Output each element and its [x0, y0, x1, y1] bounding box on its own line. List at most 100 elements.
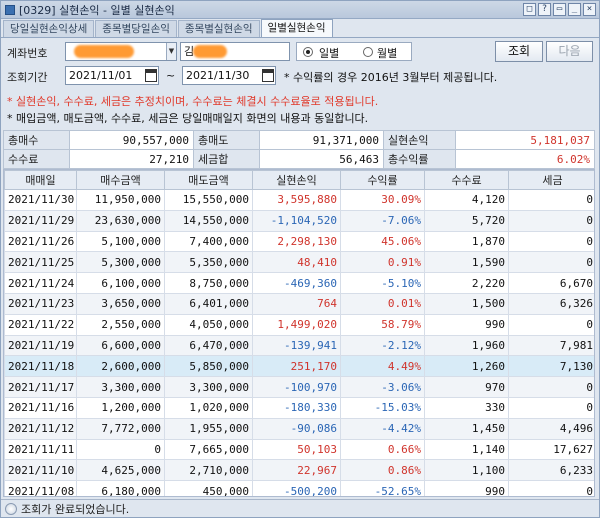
cell-pnl: -100,970 — [252, 376, 341, 398]
daily-pnl-grid[interactable]: 매매일 매수금액 매도금액 실현손익 수익률 수수료 세금 2021/11/30… — [3, 169, 595, 497]
cell-rate: 0.66% — [340, 438, 425, 461]
table-row[interactable]: 2021/11/23 3,650,000 6,401,000 764 0.01% 1,50… — [4, 292, 594, 315]
cell-buy: 11,950,000 — [76, 189, 165, 211]
table-row[interactable]: 2021/11/25 5,300,000 5,350,000 48,410 0.91% 1… — [4, 251, 594, 274]
calendar-icon[interactable] — [262, 69, 274, 82]
cell-rate: 0.91% — [340, 251, 425, 274]
col-header-fee[interactable]: 수수료 — [424, 170, 509, 190]
cell-pnl: 2,298,130 — [252, 230, 341, 253]
cell-tax: 4,496 — [508, 417, 594, 440]
cell-fee: 1,260 — [424, 355, 509, 378]
cell-fee: 2,220 — [424, 272, 509, 294]
table-row[interactable]: 2021/11/19 6,600,000 6,470,000 -139,941 -2.1… — [4, 334, 594, 357]
cell-sell: 5,350,000 — [164, 251, 253, 274]
cell-sell: 7,665,000 — [164, 438, 253, 461]
cell-tax: 0 — [508, 396, 594, 419]
cell-fee: 1,450 — [424, 417, 509, 440]
radio-monthly[interactable] — [363, 47, 373, 57]
account-label: 계좌번호 — [7, 47, 48, 60]
cell-tax: 0 — [508, 480, 594, 496]
return-value: 6.02% — [455, 149, 595, 169]
cell-buy: 5,300,000 — [76, 251, 165, 274]
col-header-buy[interactable]: 매수금액 — [76, 170, 165, 190]
chevron-down-icon[interactable]: ▼ — [166, 43, 176, 60]
radio-daily[interactable] — [303, 47, 313, 57]
table-row[interactable]: 2021/11/17 3,300,000 3,300,000 -100,970 -3.0… — [4, 376, 594, 398]
total-sell-value: 91,371,000 — [259, 130, 384, 150]
cell-tax: 0 — [508, 230, 594, 253]
table-row[interactable]: 2021/11/18 2,600,000 5,850,000 251,170 4.49%… — [4, 355, 594, 378]
tab-stock-daily[interactable]: 종목별당일손익 — [95, 20, 177, 37]
next-button[interactable]: 다음 — [546, 41, 593, 62]
table-row[interactable]: 2021/11/30 11,950,000 15,550,000 3,595,880 3… — [4, 189, 594, 211]
cell-date: 2021/11/19 — [4, 334, 77, 357]
date-separator: ~ — [166, 69, 176, 82]
table-row[interactable]: 2021/11/16 1,200,000 1,020,000 -180,330 -15.… — [4, 396, 594, 419]
date-from-input[interactable]: 2021/11/01 — [65, 66, 159, 85]
cell-pnl: -469,360 — [252, 272, 341, 294]
cell-date: 2021/11/23 — [4, 292, 77, 315]
cell-tax: 7,981 — [508, 334, 594, 357]
cell-date: 2021/11/25 — [4, 251, 77, 274]
title-bar: [0329] 실현손익 - 일별 실현손익 □ ? ▭ _ × — [1, 1, 599, 19]
total-buy-value: 90,557,000 — [69, 130, 194, 150]
pin-icon[interactable]: □ — [523, 3, 536, 16]
cell-buy: 2,600,000 — [76, 355, 165, 378]
cell-tax: 6,670 — [508, 272, 594, 294]
table-row[interactable]: 2021/11/12 7,772,000 1,955,000 -90,086 -4.42… — [4, 417, 594, 440]
minimize-icon[interactable]: _ — [568, 3, 581, 16]
cell-pnl: 22,967 — [252, 459, 341, 482]
cell-buy: 1,200,000 — [76, 396, 165, 419]
date-to-value: 2021/11/30 — [186, 69, 250, 82]
realized-label: 실현손익 — [383, 130, 456, 150]
cell-buy: 3,300,000 — [76, 376, 165, 398]
cell-pnl: 1,499,020 — [252, 313, 341, 336]
col-header-date[interactable]: 매매일 — [4, 170, 77, 190]
close-icon[interactable]: × — [583, 3, 596, 16]
account-name-field: 김 — [180, 42, 290, 61]
table-row[interactable]: 2021/11/08 6,180,000 450,000 -500,200 -52.65… — [4, 480, 594, 496]
table-row[interactable]: 2021/11/11 0 7,665,000 50,103 0.66% 1,140 17,6… — [4, 438, 594, 461]
cell-fee: 990 — [424, 313, 509, 336]
amount-info-note: * 매입금액, 매도금액, 수수료, 세금은 당일매매일지 화면의 내용과 동일… — [7, 112, 369, 125]
tab-daily-detail[interactable]: 당일실현손익상세 — [3, 20, 95, 37]
cell-sell: 5,850,000 — [164, 355, 253, 378]
col-header-tax[interactable]: 세금 — [508, 170, 594, 190]
table-row[interactable]: 2021/11/22 2,550,000 4,050,000 1,499,020 58.… — [4, 313, 594, 336]
cell-sell: 6,401,000 — [164, 292, 253, 315]
table-row[interactable]: 2021/11/24 6,100,000 8,750,000 -469,360 -5.1… — [4, 272, 594, 294]
period-label: 조회기간 — [7, 71, 48, 84]
query-button[interactable]: 조회 — [495, 41, 543, 62]
table-row[interactable]: 2021/11/29 23,630,000 14,550,000 -1,104,520… — [4, 209, 594, 232]
status-icon — [5, 502, 17, 515]
tax-label: 세금합 — [193, 149, 260, 169]
realized-value: 5,181,037 — [455, 130, 595, 150]
cell-rate: 30.09% — [340, 189, 425, 211]
cell-rate: -15.03% — [340, 396, 425, 419]
return-info-note: * 수익률의 경우 2016년 3월부터 제공됩니다. — [284, 71, 498, 84]
account-number-combo[interactable]: ▼ — [65, 42, 177, 61]
cell-pnl: -139,941 — [252, 334, 341, 357]
cell-buy: 0 — [76, 438, 165, 461]
table-row[interactable]: 2021/11/10 4,625,000 2,710,000 22,967 0.86% 1… — [4, 459, 594, 482]
help-icon[interactable]: ? — [538, 3, 551, 16]
status-message: 조회가 완료되었습니다. — [21, 502, 130, 516]
tab-stock-realized[interactable]: 종목별실현손익 — [177, 20, 260, 37]
cell-date: 2021/11/16 — [4, 396, 77, 419]
cell-rate: -52.65% — [340, 480, 425, 496]
col-header-rate[interactable]: 수익률 — [340, 170, 425, 190]
table-row[interactable]: 2021/11/26 5,100,000 7,400,000 2,298,130 45.… — [4, 230, 594, 253]
cell-tax: 0 — [508, 251, 594, 274]
date-to-input[interactable]: 2021/11/30 — [182, 66, 276, 85]
estimate-warning-note: * 실현손익, 수수료, 세금은 추정치이며, 수수료는 체결시 수수료율로 적… — [7, 95, 379, 108]
cell-pnl: 3,595,880 — [252, 189, 341, 211]
cell-rate: -4.42% — [340, 417, 425, 440]
col-header-sell[interactable]: 매도금액 — [164, 170, 253, 190]
cell-pnl: 50,103 — [252, 438, 341, 461]
calendar-icon[interactable] — [145, 69, 157, 82]
radio-monthly-label: 월별 — [377, 47, 398, 60]
restore-icon[interactable]: ▭ — [553, 3, 566, 16]
cell-pnl: -1,104,520 — [252, 209, 341, 232]
tab-daily-realized[interactable]: 일별실현손익 — [260, 19, 333, 37]
col-header-pnl[interactable]: 실현손익 — [252, 170, 341, 190]
